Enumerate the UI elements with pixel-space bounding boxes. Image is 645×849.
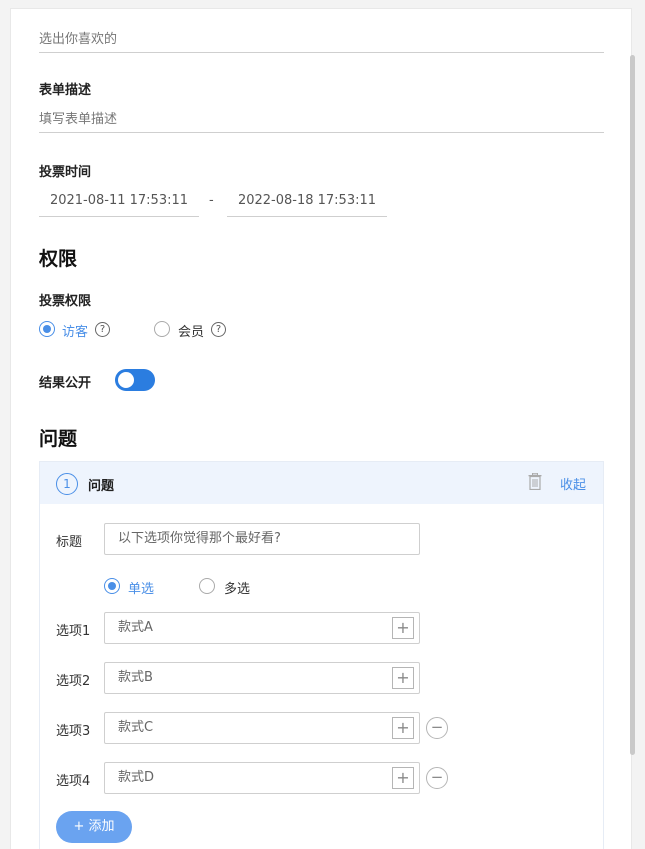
plus-icon[interactable]: + [392,617,414,639]
public-results-label: 结果公开 [39,376,92,391]
option-label: 选项3 [56,724,91,739]
vote-time-label: 投票时间 [39,165,92,180]
end-time-input[interactable]: 2022-08-18 17:53:11 [227,189,387,217]
visitor-help-icon[interactable]: ? [95,322,110,337]
question-panel: 1 问题 收起 标题 以下选项你觉得那个最好看? 单选 多选 选项1 款式A +… [39,461,604,849]
member-label[interactable]: 会员 [178,321,204,340]
toggle-knob [118,372,134,388]
description-label: 表单描述 [39,83,92,98]
option-value: 款式B [118,670,153,685]
option-label: 选项4 [56,774,91,789]
option-input[interactable]: 款式B + [104,662,420,694]
plus-icon[interactable]: + [392,767,414,789]
plus-icon[interactable]: + [392,667,414,689]
description-input[interactable]: 填写表单描述 [39,107,604,133]
trash-icon[interactable] [528,473,542,490]
option-value: 款式C [118,720,154,735]
single-choice-label[interactable]: 单选 [128,578,154,597]
option-label: 选项1 [56,624,91,639]
description-placeholder: 填写表单描述 [39,112,118,127]
start-time-input[interactable]: 2021-08-11 17:53:11 [39,189,199,217]
scrollbar[interactable] [630,55,635,755]
single-choice-radio[interactable] [104,578,120,594]
option-input[interactable]: 款式C + [104,712,420,744]
plus-icon[interactable]: + [392,717,414,739]
question-title-value: 以下选项你觉得那个最好看? [118,531,281,546]
option-label: 选项2 [56,674,91,689]
visitor-radio[interactable] [39,321,55,337]
member-help-icon[interactable]: ? [211,322,226,337]
multi-choice-radio[interactable] [199,578,215,594]
member-radio[interactable] [154,321,170,337]
form-card: 选出你喜欢的 表单描述 填写表单描述 投票时间 2021-08-11 17:53… [10,8,632,849]
question-header: 1 问题 收起 [40,462,603,504]
subtitle-input[interactable]: 选出你喜欢的 [39,27,604,53]
collapse-link[interactable]: 收起 [560,474,586,493]
subtitle-value: 选出你喜欢的 [39,32,118,47]
minus-icon[interactable]: − [426,767,448,789]
minus-icon[interactable]: − [426,717,448,739]
question-title: 问题 [88,479,115,494]
vote-permission-label: 投票权限 [39,294,92,309]
question-title-input[interactable]: 以下选项你觉得那个最好看? [104,523,420,555]
option-value: 款式A [118,620,153,635]
title-field-label: 标题 [56,535,83,550]
option-input[interactable]: 款式A + [104,612,420,644]
questions-heading: 问题 [39,428,78,450]
public-results-toggle[interactable] [115,369,155,391]
multi-choice-label[interactable]: 多选 [224,578,250,597]
permissions-heading: 权限 [39,248,78,270]
option-value: 款式D [118,770,155,785]
option-input[interactable]: 款式D + [104,762,420,794]
visitor-label[interactable]: 访客 [62,321,88,340]
question-number: 1 [56,473,78,495]
add-option-button[interactable]: + 添加 [56,811,132,843]
date-range-separator: - [209,193,214,208]
